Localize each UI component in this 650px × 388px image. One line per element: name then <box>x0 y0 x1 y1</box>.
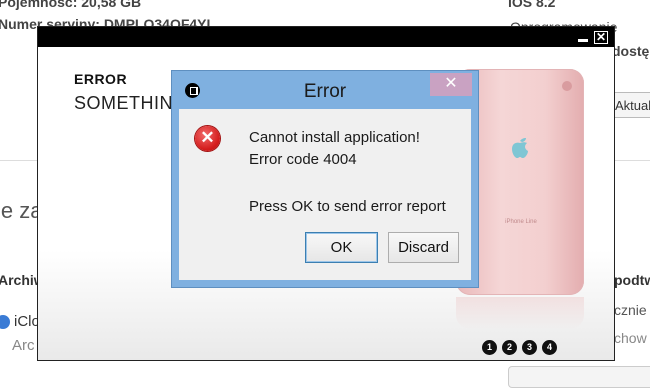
discard-button[interactable]: Discard <box>388 232 459 263</box>
phone-label: iPhone Line <box>505 219 537 225</box>
error-instruction-text: Press OK to send error report <box>249 198 446 215</box>
background-restore-text2: chow <box>614 330 647 346</box>
pager-dot-2[interactable]: 2 <box>502 340 517 355</box>
background-section-heading: ie za <box>0 198 43 223</box>
error-subheading: SOMETHING <box>74 93 188 113</box>
background-available-text: dostępne <box>612 43 650 59</box>
background-bottom-button[interactable] <box>508 366 650 388</box>
pager-dot-3[interactable]: 3 <box>522 340 537 355</box>
dialog-close-button[interactable]: ✕ <box>430 73 472 96</box>
window-close-button[interactable]: ✕ <box>594 31 608 44</box>
error-heading: ERROR <box>74 71 128 87</box>
dialog-titlebar[interactable]: Error ✕ <box>172 71 478 107</box>
pager: 1234 <box>482 337 562 355</box>
pager-dot-4[interactable]: 4 <box>542 340 557 355</box>
background-restore-heading: podtw <box>614 272 650 288</box>
error-icon: ✕ <box>195 126 220 151</box>
phone-camera <box>562 81 572 91</box>
window-minimize-button[interactable] <box>576 31 590 44</box>
phone-reflection <box>456 297 584 329</box>
pager-dot-1[interactable]: 1 <box>482 340 497 355</box>
error-message-line1: Cannot install application! <box>249 129 420 146</box>
error-dialog: Error ✕ ✕ Cannot install application! Er… <box>172 71 478 287</box>
background-update-button[interactable]: Aktualizuj <box>608 92 650 118</box>
background-capacity-text: Pojemność: 20,58 GB <box>0 0 142 10</box>
window-titlebar: ✕ <box>38 27 614 47</box>
background-restore-text: cznie <box>614 302 647 318</box>
dialog-content: ✕ Cannot install application! Error code… <box>179 109 471 280</box>
apple-logo-icon <box>512 138 528 158</box>
error-code-text: Error code 4004 <box>249 151 357 168</box>
background-archive-text: Arc <box>12 337 35 354</box>
ok-button[interactable]: OK <box>305 232 378 263</box>
radio-selected-icon[interactable] <box>0 315 10 330</box>
background-ios-version: iOS 8.2 <box>508 0 556 10</box>
